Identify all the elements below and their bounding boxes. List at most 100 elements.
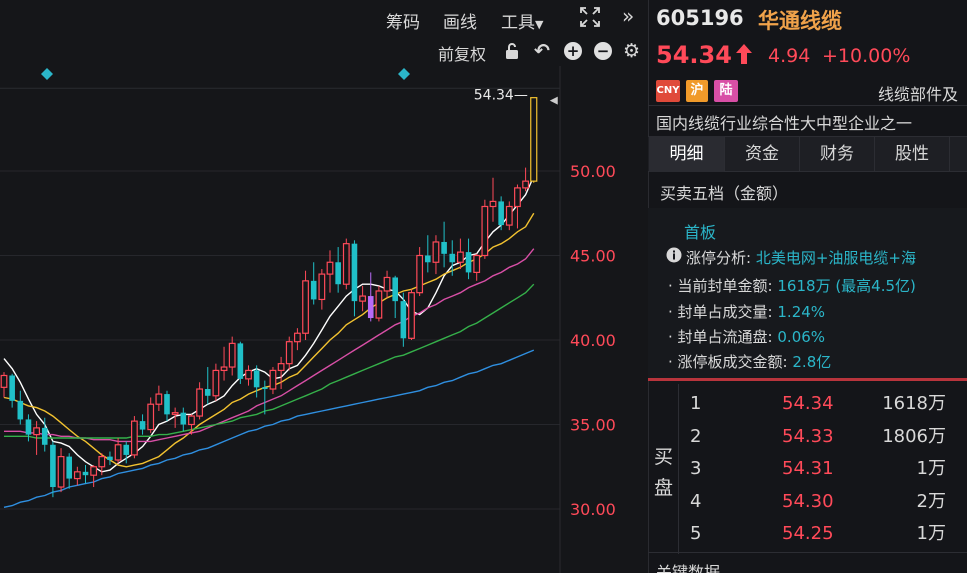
bid-row[interactable]: 1 54.34 1618万 [690, 389, 960, 419]
tab-stock-nature[interactable]: 股性 [875, 136, 950, 172]
candle-body [262, 387, 268, 390]
candle-body [33, 427, 40, 436]
bid-row[interactable]: 2 54.33 1806万 [690, 422, 960, 452]
bid-row[interactable]: 5 54.25 1万 [690, 519, 960, 549]
candle-body [318, 273, 326, 301]
current-price: 54.34 [656, 41, 732, 69]
candle-body [489, 200, 497, 208]
tools-label: 工具 [501, 13, 535, 33]
undo-icon[interactable]: ↶ [534, 40, 550, 62]
draw-line-button[interactable]: 画线 [443, 8, 477, 33]
candle-body [408, 292, 415, 339]
candle-body [50, 444, 56, 488]
candle-body [473, 254, 481, 273]
key-data-label[interactable]: 关键数据 [656, 559, 720, 573]
price-change: 4.94 [768, 45, 811, 67]
bid-level: 5 [690, 523, 702, 544]
candle-body [90, 466, 98, 476]
candle-body [164, 394, 170, 415]
buy-side-label-2: 盘 [654, 477, 674, 499]
candle-body [180, 412, 187, 425]
company-description: 国内线缆行业综合性大中型企业之一 [656, 114, 913, 133]
candle-body [188, 415, 195, 426]
y-tick-label: 50.00 [570, 162, 616, 181]
candle-body [41, 427, 48, 445]
lock-icon[interactable] [503, 42, 521, 64]
bid-amount: 1806万 [882, 425, 946, 447]
ma-line [4, 283, 535, 439]
event-markers [41, 68, 410, 80]
limit-up-turnover-label: 涨停板成交金额: [677, 353, 788, 371]
chart-toolbar: 筹码 画线 工具▼ » [0, 0, 648, 38]
candle-body [66, 456, 72, 479]
candlestick-plot[interactable]: 50.00 45.00 40.00 35.00 30.00 54.34— [0, 66, 648, 573]
y-tick-label: 35.00 [570, 416, 616, 435]
zoom-in-icon[interactable]: + [564, 42, 582, 60]
zoom-out-icon[interactable]: − [594, 42, 612, 60]
candle-body [285, 341, 293, 365]
candle-body [73, 471, 81, 480]
info-icon[interactable] [666, 247, 682, 267]
candle-body [9, 375, 15, 401]
candle-body [107, 456, 113, 460]
collapse-chevron-icon[interactable]: » [622, 4, 634, 28]
seal-float-ratio-value: 0.06% [777, 328, 826, 346]
ma-line [3, 349, 535, 508]
analysis-label: 涨停分析: [686, 249, 752, 267]
moving-average-lines [3, 175, 535, 508]
tab-finance[interactable]: 财务 [800, 136, 875, 172]
chip-distribution-button[interactable]: 筹码 [386, 8, 420, 33]
candle-body [522, 180, 529, 189]
candle-body [514, 187, 521, 208]
candle-body [171, 412, 179, 415]
candle-body [0, 374, 8, 388]
last-price-label: 54.34— [474, 88, 528, 104]
fullscreen-icon[interactable] [578, 5, 602, 34]
bid-amount: 2万 [916, 490, 946, 512]
seal-amount-row: · 当前封单金额: 1618万 (最高4.5亿) [668, 277, 916, 295]
candle-body [310, 280, 317, 300]
bid-row[interactable]: 3 54.31 1万 [690, 454, 960, 484]
candle-body [220, 366, 228, 372]
candle-body [17, 400, 24, 420]
candle-body [505, 205, 513, 226]
candle-body [114, 444, 122, 461]
buy-side-label-1: 买 [654, 446, 674, 468]
bid-price: 54.25 [782, 523, 834, 544]
bid-amount: 1万 [916, 458, 946, 479]
event-marker-diamond [398, 68, 410, 80]
ma-line [3, 175, 535, 473]
candle-body [449, 253, 456, 263]
candle-body [25, 419, 32, 435]
bid-amount: 1618万 [882, 393, 946, 414]
caret-down-icon: ▼ [535, 18, 544, 31]
candle-body [82, 471, 89, 476]
tab-detail[interactable]: 明细 [649, 136, 725, 172]
price-adjust-selector[interactable]: 前复权 [438, 41, 486, 65]
exchange-tag: 沪 [686, 80, 708, 102]
bid-row[interactable]: 4 54.30 2万 [690, 487, 960, 517]
industry-label[interactable]: 线缆部件及 [878, 81, 958, 105]
up-arrow-icon [735, 43, 753, 69]
y-axis: 50.00 45.00 40.00 35.00 30.00 54.34— [474, 88, 616, 519]
bid-price: 54.31 [782, 458, 834, 479]
candle-body [416, 254, 424, 294]
settings-gear-icon[interactable]: ⚙ [623, 40, 640, 62]
price-change-percent: +10.00% [822, 45, 911, 67]
bid-level: 2 [690, 425, 702, 447]
candle-body [123, 444, 130, 455]
y-tick-label: 45.00 [570, 247, 616, 266]
analysis-value[interactable]: 北美电网+油服电缆+海 [756, 249, 916, 267]
bid-amount: 1万 [916, 523, 946, 544]
tools-menu-button[interactable]: 工具▼ [501, 8, 543, 33]
seal-volume-ratio-label: 封单占成交量: [677, 303, 773, 321]
limit-up-analysis: 涨停分析: 北美电网+油服电缆+海 [686, 247, 916, 268]
candle-body [457, 251, 464, 263]
tab-funds[interactable]: 资金 [725, 136, 800, 172]
candle-body [400, 301, 407, 339]
ma-line [4, 248, 535, 443]
y-tick-label: 30.00 [570, 500, 616, 519]
candle-body [359, 295, 366, 302]
candle-body [139, 421, 146, 430]
candle-body [237, 343, 244, 379]
